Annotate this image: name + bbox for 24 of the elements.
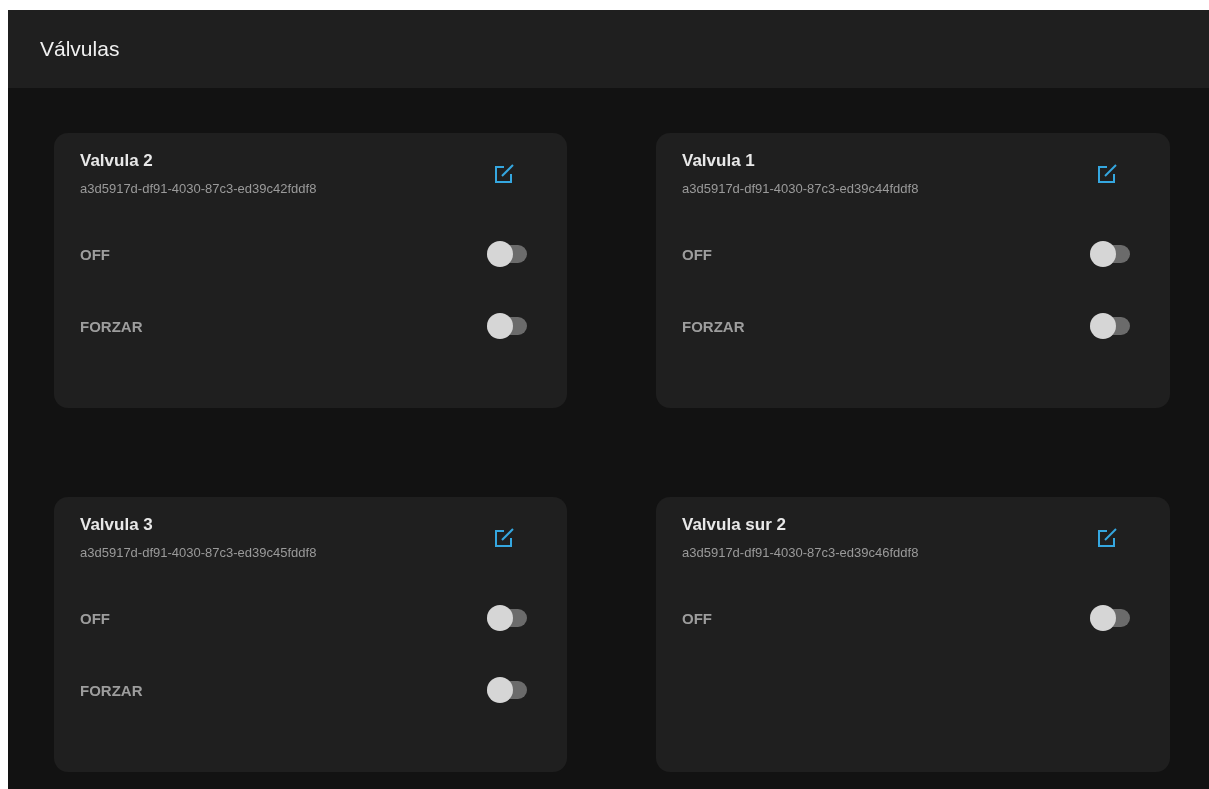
switch-label: OFF — [80, 609, 110, 627]
switch-label: OFF — [682, 609, 712, 627]
page-title: Válvulas — [40, 37, 120, 61]
valve-name: Valvula 3 — [80, 515, 154, 535]
valve-id: a3d5917d-df91-4030-87c3-ed39c42fddf8 — [80, 181, 317, 196]
switch-label: OFF — [80, 245, 110, 263]
valve-id: a3d5917d-df91-4030-87c3-ed39c46fddf8 — [682, 545, 919, 560]
valve-name: Valvula 1 — [682, 151, 756, 171]
edit-icon — [1096, 162, 1118, 185]
valve-id: a3d5917d-df91-4030-87c3-ed39c45fddf8 — [80, 545, 317, 560]
valve-name: Valvula 2 — [80, 151, 154, 171]
valve-name: Valvula sur 2 — [682, 515, 787, 535]
edit-button[interactable] — [493, 162, 515, 185]
switch-label: FORZAR — [80, 681, 143, 699]
switch-label: FORZAR — [682, 317, 745, 335]
edit-icon — [493, 162, 515, 185]
edit-icon — [493, 526, 515, 549]
edit-button[interactable] — [493, 526, 515, 549]
valve-id: a3d5917d-df91-4030-87c3-ed39c44fddf8 — [682, 181, 919, 196]
switch-label: FORZAR — [80, 317, 143, 335]
edit-button[interactable] — [1096, 162, 1118, 185]
edit-button[interactable] — [1096, 526, 1118, 549]
edit-icon — [1096, 526, 1118, 549]
switch-label: OFF — [682, 245, 712, 263]
